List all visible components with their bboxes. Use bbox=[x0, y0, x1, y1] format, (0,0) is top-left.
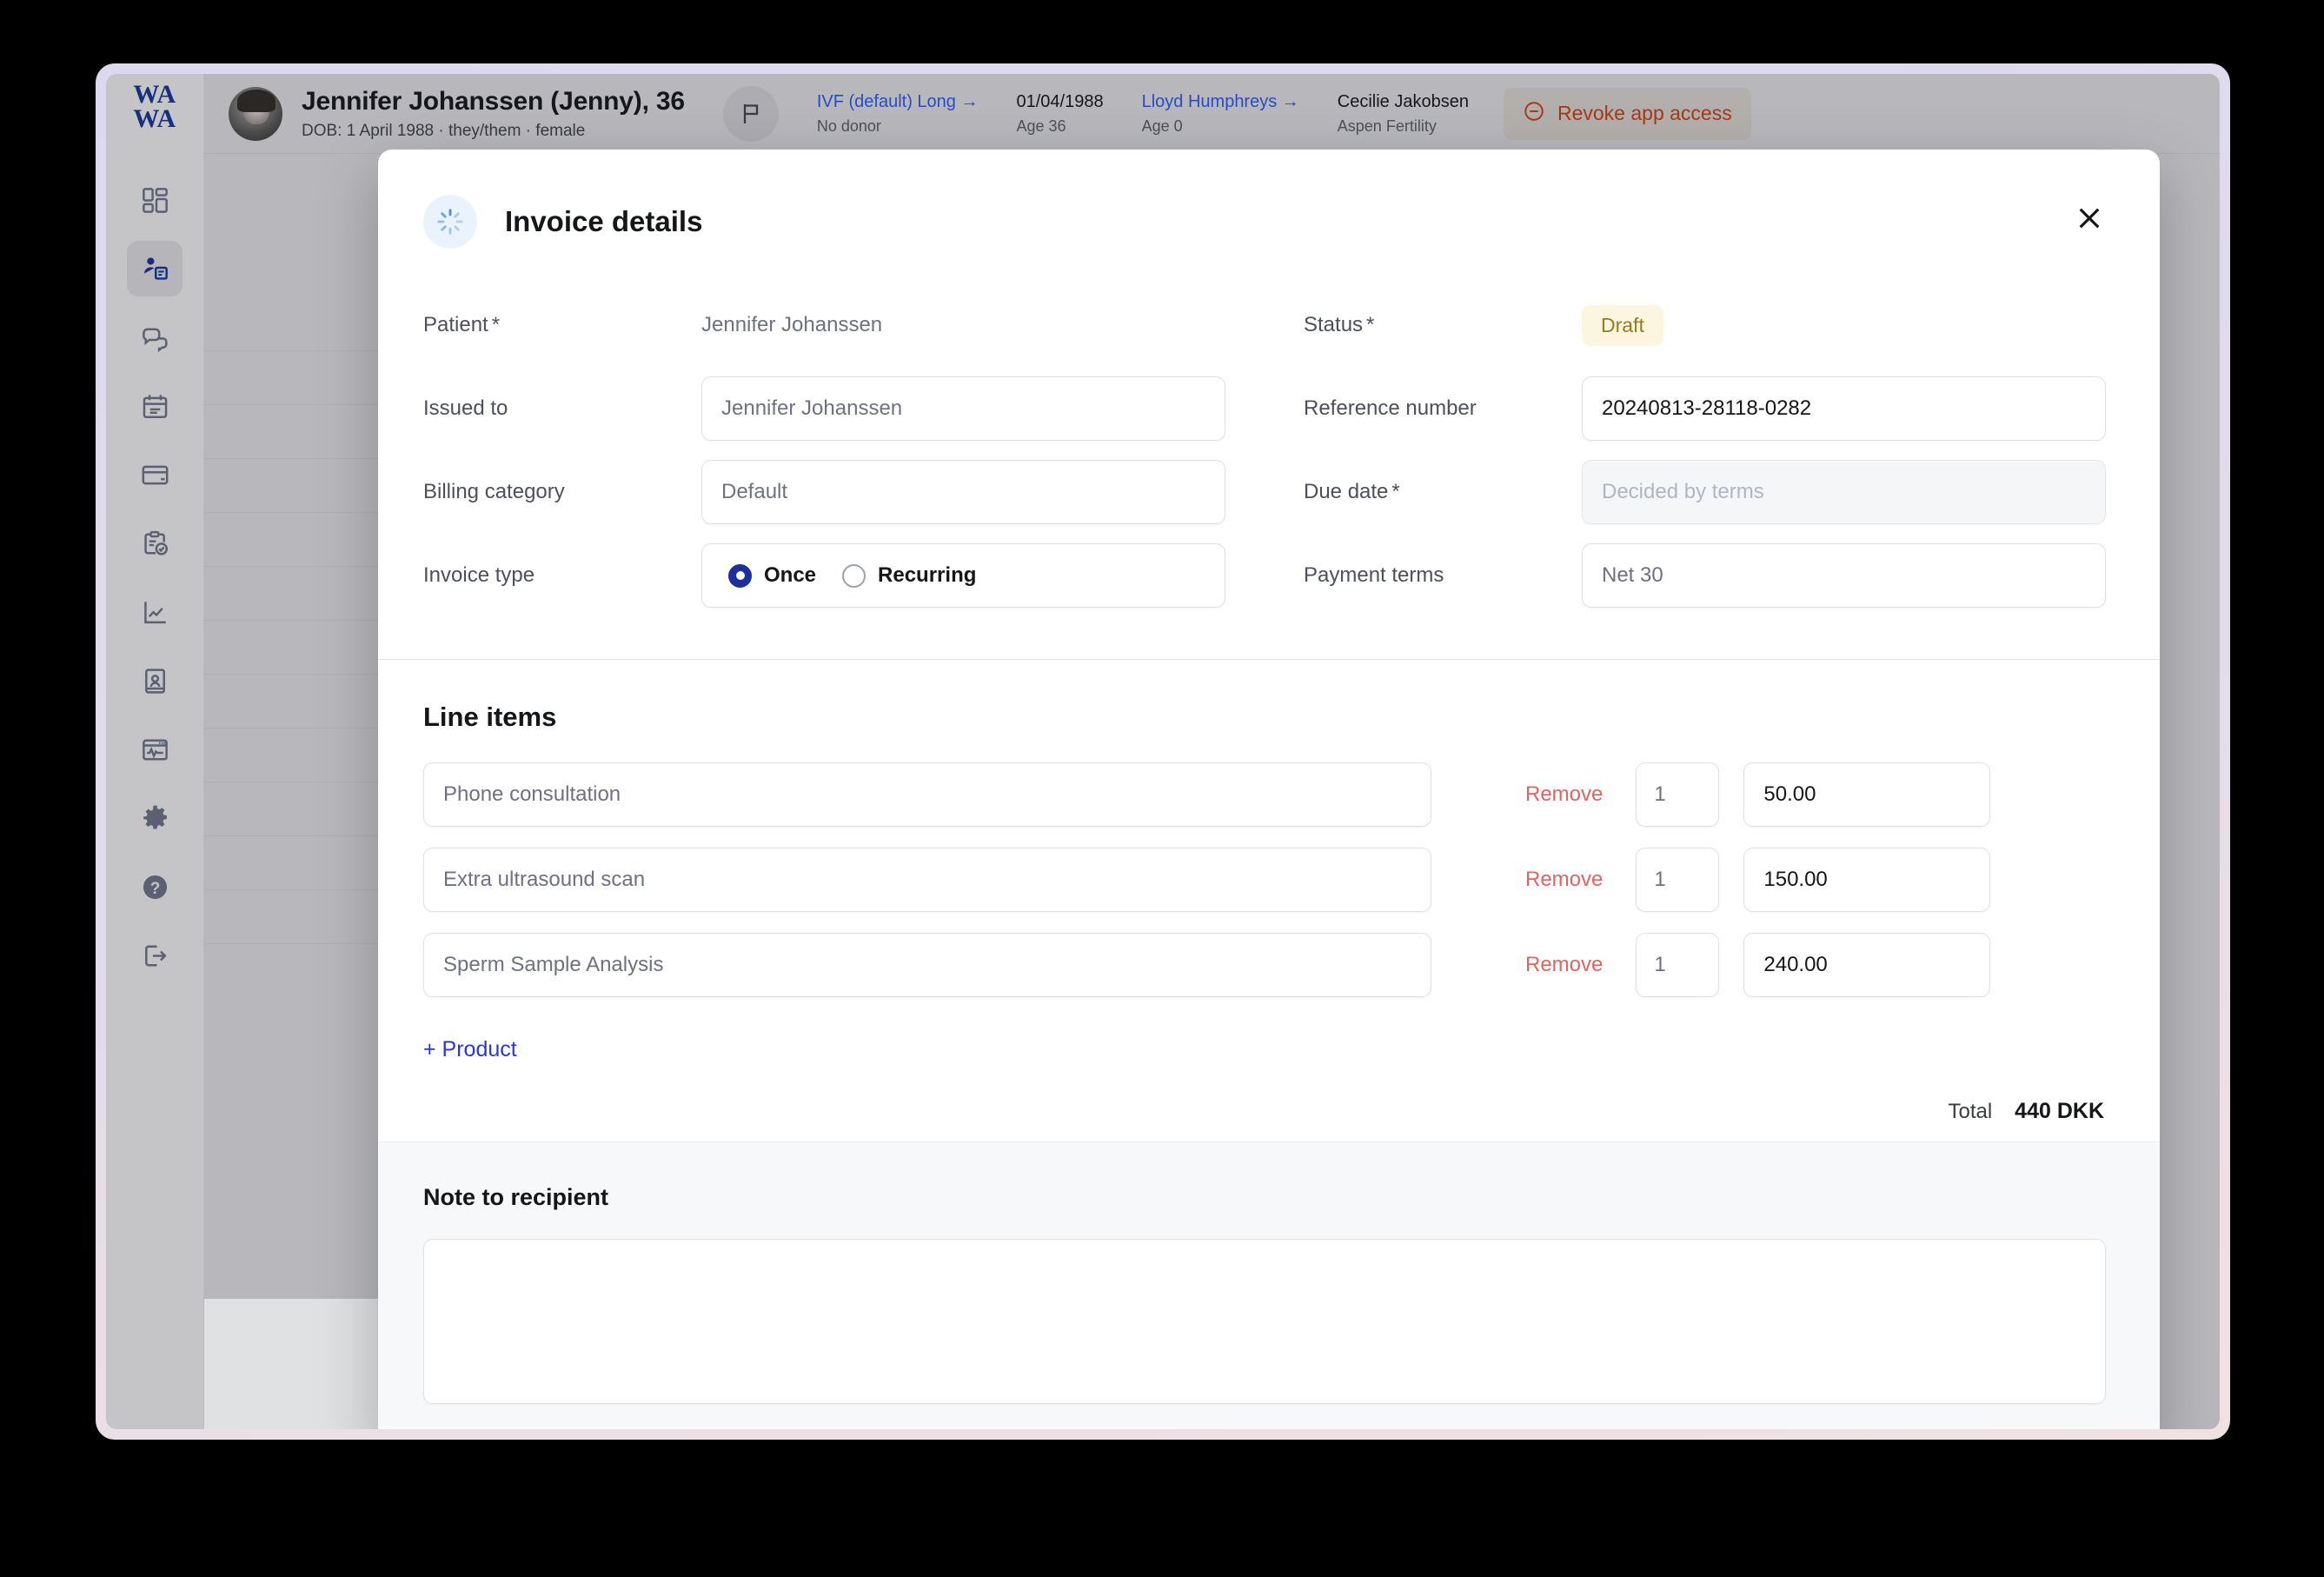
patient-field-label: Patient * bbox=[423, 313, 701, 337]
field-patient: Patient * Jennifer Johanssen bbox=[423, 283, 1225, 367]
due-date-input[interactable]: Decided by terms bbox=[1582, 460, 2106, 524]
issued-to-label: Issued to bbox=[423, 396, 508, 420]
note-to-recipient-section: Note to recipient bbox=[378, 1141, 2160, 1429]
patient-required-mark: * bbox=[491, 313, 501, 336]
clipboard-check-icon bbox=[140, 529, 170, 559]
loading-spinner-icon bbox=[423, 195, 477, 249]
line-item-description-input[interactable]: Phone consultation bbox=[423, 762, 1431, 827]
due-date-label: Due date * bbox=[1304, 480, 1582, 504]
sidebar-item-settings[interactable] bbox=[127, 790, 183, 846]
line-item-row: Extra ultrasound scan Remove 1 150.00 bbox=[423, 848, 2106, 912]
sidebar-item-patients[interactable] bbox=[127, 241, 183, 297]
total-label: Total bbox=[1948, 1099, 1993, 1123]
sidebar-item-messages[interactable] bbox=[127, 309, 183, 365]
browser-window-frame: WA WA ? Jennifer Johanssen (Jenny), 36 D… bbox=[96, 63, 2230, 1440]
due-date-required-mark: * bbox=[1391, 480, 1400, 503]
gear-icon bbox=[140, 803, 170, 834]
reference-number-input[interactable]: 20240813-28118-0282 bbox=[1582, 376, 2106, 441]
radio-option-once[interactable]: Once bbox=[728, 563, 816, 588]
status-badge: Draft bbox=[1582, 304, 1663, 346]
radio-label-once: Once bbox=[764, 563, 817, 587]
invoice-form: Patient * Jennifer Johanssen Status * Draf… bbox=[378, 283, 2160, 660]
logout-icon bbox=[140, 941, 170, 971]
line-item-description-input[interactable]: Sperm Sample Analysis bbox=[423, 933, 1431, 997]
field-invoice-type: Invoice type Once Recurring bbox=[423, 534, 1225, 617]
svg-text:?: ? bbox=[149, 879, 160, 897]
status-required-mark: * bbox=[1366, 313, 1375, 336]
sidebar-item-directory[interactable] bbox=[127, 653, 183, 709]
line-item-row: Phone consultation Remove 1 50.00 bbox=[423, 762, 2106, 827]
line-items-title: Line items bbox=[423, 702, 557, 732]
modal-header: Invoice details bbox=[378, 150, 2160, 283]
field-issued-to: Issued to Jennifer Johanssen bbox=[423, 367, 1225, 450]
patient-value: Jennifer Johanssen bbox=[701, 313, 883, 336]
patient-label-text: Patient bbox=[423, 313, 488, 336]
chat-bubbles-icon bbox=[140, 323, 170, 353]
patient-record-icon bbox=[140, 254, 170, 284]
line-chart-icon bbox=[140, 597, 170, 628]
sidebar-item-monitoring[interactable] bbox=[127, 722, 183, 777]
app-logo: WA WA bbox=[133, 80, 176, 133]
status-label-text: Status bbox=[1304, 313, 1364, 336]
remove-line-item-button[interactable]: Remove bbox=[1525, 953, 1603, 977]
logo-line-2: WA bbox=[133, 103, 176, 133]
line-items-section: Line items Phone consultation Remove 1 5… bbox=[378, 660, 2160, 1141]
remove-line-item-button[interactable]: Remove bbox=[1525, 782, 1603, 807]
due-date-label-text: Due date bbox=[1304, 480, 1389, 503]
total-value: 440 DKK bbox=[2015, 1099, 2104, 1123]
payment-terms-label: Payment terms bbox=[1304, 563, 1444, 587]
line-item-price-input[interactable]: 150.00 bbox=[1743, 848, 1991, 912]
question-circle-icon: ? bbox=[140, 872, 170, 902]
field-reference-number: Reference number 20240813-28118-0282 bbox=[1304, 367, 2106, 450]
line-item-price-input[interactable]: 240.00 bbox=[1743, 933, 1991, 997]
field-status: Status * Draft bbox=[1304, 283, 2106, 367]
dashboard-icon bbox=[140, 185, 170, 216]
line-item-description-input[interactable]: Extra ultrasound scan bbox=[423, 848, 1431, 912]
payment-terms-input[interactable]: Net 30 bbox=[1582, 543, 2106, 608]
field-due-date: Due date * Decided by terms bbox=[1304, 450, 2106, 534]
address-book-icon bbox=[140, 666, 170, 696]
application-window: WA WA ? Jennifer Johanssen (Jenny), 36 D… bbox=[106, 74, 2220, 1429]
line-item-price-input[interactable]: 50.00 bbox=[1743, 762, 1991, 827]
sidebar-item-logout[interactable] bbox=[127, 928, 183, 983]
status-field-label: Status * bbox=[1304, 313, 1582, 337]
invoice-type-label: Invoice type bbox=[423, 563, 535, 587]
logo-line-1: WA bbox=[133, 80, 176, 109]
add-product-link[interactable]: + Product bbox=[423, 1037, 517, 1062]
calendar-icon bbox=[140, 391, 170, 422]
reference-number-label: Reference number bbox=[1304, 396, 1477, 420]
close-icon[interactable] bbox=[2064, 193, 2115, 243]
sidebar-navigation: WA WA ? bbox=[106, 74, 204, 1429]
radio-mark-once bbox=[728, 563, 752, 588]
invoice-type-radio-group: Once Recurring bbox=[701, 543, 1225, 608]
note-textarea[interactable] bbox=[423, 1239, 2106, 1404]
sidebar-item-tasks[interactable] bbox=[127, 516, 183, 571]
field-payment-terms: Payment terms Net 30 bbox=[1304, 534, 2106, 617]
billing-category-input[interactable]: Default bbox=[701, 460, 1225, 524]
main-content-area: Jennifer Johanssen (Jenny), 36 DOB: 1 Ap… bbox=[204, 74, 2220, 1429]
radio-label-recurring: Recurring bbox=[878, 563, 977, 587]
field-billing-category: Billing category Default bbox=[423, 450, 1225, 534]
sidebar-item-calendar[interactable] bbox=[127, 378, 183, 434]
radio-mark-recurring bbox=[842, 563, 867, 588]
invoice-total: Total 440 DKK bbox=[423, 1099, 2106, 1124]
sidebar-item-dashboard[interactable] bbox=[127, 172, 183, 228]
browser-activity-icon bbox=[140, 735, 170, 765]
sidebar-item-help[interactable]: ? bbox=[127, 859, 183, 915]
radio-option-recurring[interactable]: Recurring bbox=[842, 563, 976, 588]
sidebar-item-analytics[interactable] bbox=[127, 584, 183, 640]
remove-line-item-button[interactable]: Remove bbox=[1525, 868, 1603, 892]
line-item-row: Sperm Sample Analysis Remove 1 240.00 bbox=[423, 933, 2106, 997]
note-title: Note to recipient bbox=[423, 1184, 609, 1210]
issued-to-input[interactable]: Jennifer Johanssen bbox=[701, 376, 1225, 441]
modal-title: Invoice details bbox=[505, 205, 703, 237]
line-item-quantity-input[interactable]: 1 bbox=[1636, 762, 1720, 827]
credit-card-icon bbox=[140, 460, 170, 490]
sidebar-item-billing[interactable] bbox=[127, 447, 183, 502]
line-item-quantity-input[interactable]: 1 bbox=[1636, 848, 1720, 912]
invoice-details-modal: Invoice details Patient * Jennifer Johans… bbox=[378, 150, 2160, 1429]
billing-category-label: Billing category bbox=[423, 480, 565, 503]
line-item-quantity-input[interactable]: 1 bbox=[1636, 933, 1720, 997]
